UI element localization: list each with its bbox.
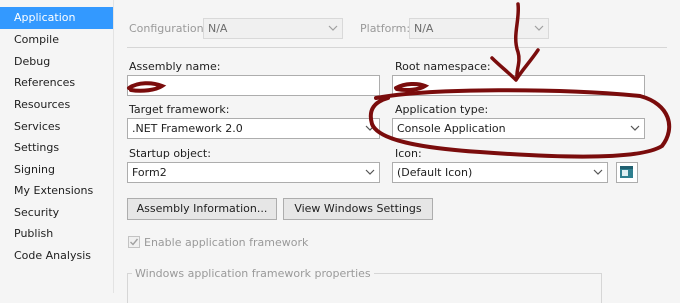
highlight-circle <box>368 88 672 159</box>
arrow-shaft <box>514 2 521 80</box>
redaction-scribble <box>127 81 167 93</box>
redaction-scribble <box>394 81 430 92</box>
arrow-head-icon <box>490 48 540 82</box>
annotation-layer <box>127 2 672 159</box>
